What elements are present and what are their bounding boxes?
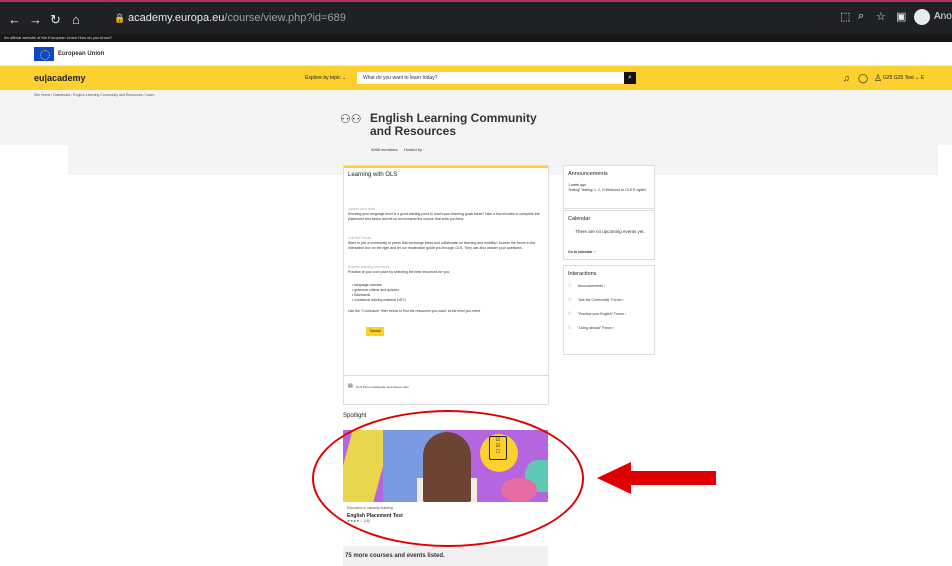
sidepanel-icon[interactable]: ▣ [896,10,906,23]
user-icon[interactable]: ♙ [874,73,882,84]
annotation-arrow-shaft [630,471,716,485]
section-body: Want to join a community of peers that e… [348,241,536,250]
interaction-item[interactable]: ◌ "Practice your English" Forum › [568,311,626,317]
site-header: eu|academy Explore by topic ⌄ What do yo… [0,66,952,90]
eu-label: European Union [58,51,105,57]
eu-flag-logo[interactable] [34,47,54,61]
block-title: Calendar [568,216,591,222]
section-body: Practise at your own pace by selecting t… [348,270,451,274]
calendar-block: Calendar There are no upcoming events ye… [563,210,655,260]
card-footer: ▤ OLS Forum Netiquette and House rules [344,375,548,397]
speech-bubble-icon: ◌ [568,297,572,303]
community-icon: ⚇⚇ [340,112,362,126]
explore-by-topic-dropdown[interactable]: Explore by topic ⌄ [305,75,346,81]
user-name: G25 G25 Test [883,75,914,81]
speech-bubble-icon: ◌ [568,325,572,331]
lock-icon: 🔒 [114,13,126,23]
chat-icon[interactable]: ◯ [858,73,868,84]
card-accent [344,166,548,168]
highlight-oval [312,410,584,547]
section-body: Knowing your language level is a good st… [348,212,540,221]
block-title: Interactions [568,271,597,277]
user-menu[interactable]: G25 G25 Test ⌄ E [883,75,924,81]
profile-avatar[interactable] [914,9,930,25]
go-to-calendar-link[interactable]: Go to calendar › [568,250,596,255]
eu-header: European Union [0,42,952,66]
card-title: Learning with OLS [348,172,398,178]
announcements-block: Announcements 1 week ago Testing! Testin… [563,165,655,209]
announcement-time: 1 week ago [568,183,586,187]
announcement-text[interactable]: Testing! Testing! 1, 2, 3! Welcome to OL… [568,188,652,193]
search-icon: ⌕ [628,74,632,81]
interaction-item[interactable]: ◌ Announcements › [568,283,605,289]
section-forum: Join the Forum Want to join a community … [348,236,544,251]
search-button[interactable]: ⌕ [624,72,636,84]
members-count[interactable]: 4068 members [371,147,398,152]
section-resources: Explore learning resources Practise at y… [348,265,544,275]
interaction-item[interactable]: ◌ "Ask the Community" Forum › [568,297,624,303]
back-arrow-icon[interactable]: ← [8,12,21,27]
learning-with-ols-card: Learning with OLS Assess your level Know… [343,165,549,405]
interaction-item[interactable]: ◌ "Living abroad" Forum › [568,325,614,331]
reload-icon[interactable]: ↻ [50,12,61,28]
url-domain: academy.europa.eu [128,12,225,24]
explore-label: Explore by topic [305,75,341,81]
page-title: English Learning Community and Resources [370,111,537,138]
resource-list: • language courses • grammar videos and … [348,283,544,303]
tab-strip-edge [0,0,952,2]
section-assess: Assess your level Knowing your language … [348,207,544,222]
url-path: /course/view.php?id=689 [224,12,346,24]
document-icon: ▤ [348,383,353,389]
bell-icon[interactable]: ♫ [843,73,850,83]
block-title: Announcements [568,171,608,177]
search-input[interactable]: What do you want to learn today? [357,72,624,84]
translate-icon[interactable]: ⬚ [840,10,850,23]
more-courses: 75 more courses and events listed. [343,546,548,566]
browser-toolbar: ← → ↻ ⌂ 🔒 academy.europa.eu/course/view.… [0,0,952,34]
spotlight-title: Spotlight [343,413,367,419]
address-bar[interactable]: 🔒 academy.europa.eu/course/view.php?id=6… [100,7,840,29]
calendar-empty-text: There are no upcoming events yet. [575,229,645,234]
speech-bubble-icon: ◌ [568,311,572,317]
tutorial-button[interactable]: Tutorial [366,327,384,336]
list-item: • vocational training material (VET) [352,298,406,302]
curriculum-text: Use the "Curriculum" filter below to fin… [348,309,482,313]
site-logo[interactable]: eu|academy [34,73,86,83]
forward-arrow-icon[interactable]: → [29,12,42,27]
netiquette-link[interactable]: OLS Forum Netiquette and House rules [356,385,409,389]
zoom-icon[interactable]: ⌕ [858,10,864,23]
breadcrumb[interactable]: Site Home / Dashboard / English Learning… [34,93,154,97]
official-website-bar[interactable]: An official website of the European Unio… [0,34,952,42]
interactions-block: Interactions ◌ Announcements › ◌ "Ask the … [563,265,655,355]
speech-bubble-icon: ◌ [568,283,572,289]
arrow-left-icon [597,462,631,494]
chevron-down-icon: ⌄ [341,75,347,81]
home-icon[interactable]: ⌂ [72,12,80,27]
profile-name[interactable]: Anony [934,11,952,22]
hosted-by: Hosted by [404,147,423,152]
bookmark-star-icon[interactable]: ☆ [876,10,886,23]
